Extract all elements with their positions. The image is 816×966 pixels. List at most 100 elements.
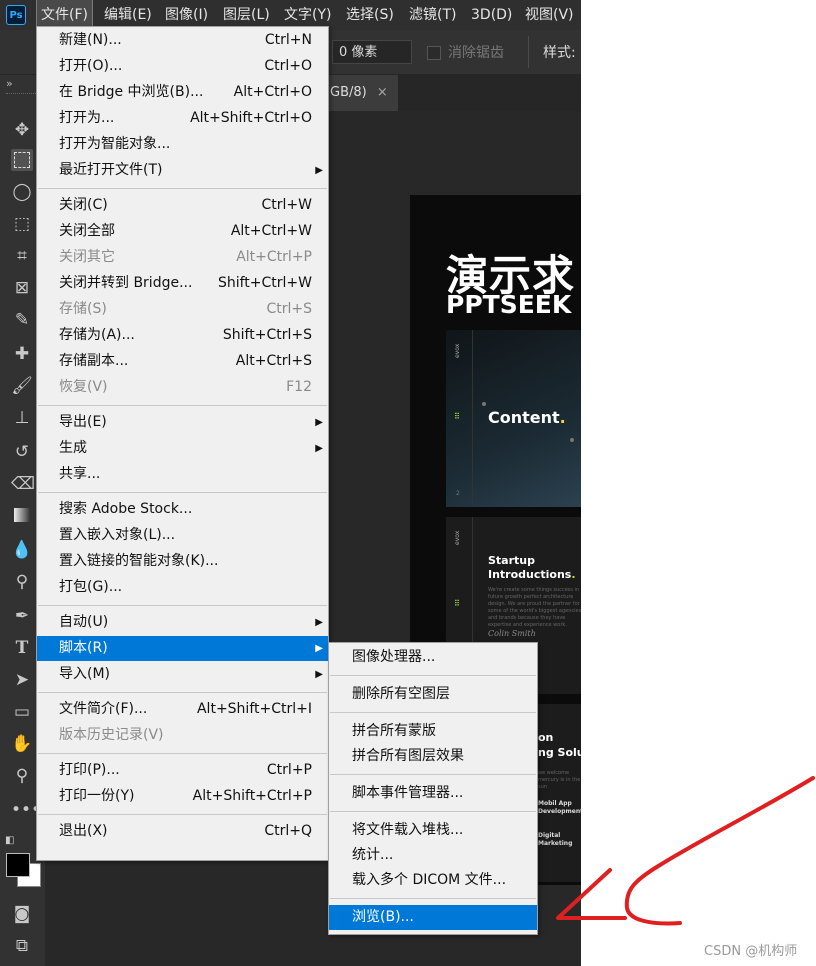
- menu-item-label: 存储(S): [59, 301, 107, 317]
- default-colors-icon[interactable]: ◧: [5, 835, 14, 846]
- menu-item-label: 统计...: [352, 847, 394, 863]
- scripts-menu-item[interactable]: 统计...: [329, 843, 537, 868]
- slide-brand: evox: [454, 530, 461, 545]
- file-menu-item: 版本历史记录(V): [37, 723, 328, 748]
- scripts-menu-item[interactable]: 脚本事件管理器...: [329, 781, 537, 806]
- history-brush-tool-icon[interactable]: ↺: [11, 441, 33, 463]
- file-menu-item[interactable]: 导出(E) ▶: [37, 410, 328, 435]
- menu-separator: [38, 188, 327, 189]
- file-menu-item[interactable]: 脚本(R) ▶: [37, 636, 328, 661]
- close-tab-icon[interactable]: ×: [377, 85, 388, 100]
- menu-item-label: 打开为智能对象...: [59, 136, 171, 152]
- file-menu-item[interactable]: 退出(X) Ctrl+Q: [37, 819, 328, 844]
- panel-grip[interactable]: [6, 93, 40, 97]
- eyedropper-tool-icon[interactable]: ✎: [11, 309, 33, 331]
- menu-separator: [38, 405, 327, 406]
- annotation-arrow-head: [556, 868, 627, 920]
- menu-item-shortcut: F12: [286, 379, 312, 395]
- file-menu-item[interactable]: 打开为... Alt+Shift+Ctrl+O: [37, 106, 328, 131]
- rectangle-tool-icon[interactable]: ▭: [11, 701, 33, 723]
- file-menu-item[interactable]: 打开(O)... Ctrl+O: [37, 54, 328, 79]
- file-menu-item[interactable]: 存储为(A)... Shift+Ctrl+S: [37, 323, 328, 348]
- menu-item-label: 在 Bridge 中浏览(B)...: [59, 84, 204, 100]
- file-menu-item[interactable]: 导入(M) ▶: [37, 662, 328, 687]
- type-tool-icon[interactable]: T: [11, 637, 33, 659]
- menu-item-shortcut: Alt+Shift+Ctrl+I: [196, 701, 312, 717]
- file-menu-item[interactable]: 最近打开文件(T) ▶: [37, 158, 328, 183]
- file-menu-item[interactable]: 自动(U) ▶: [37, 610, 328, 635]
- feather-input[interactable]: 0 像素: [332, 40, 412, 64]
- file-menu-item[interactable]: 生成 ▶: [37, 436, 328, 461]
- file-menu-item[interactable]: 在 Bridge 中浏览(B)... Alt+Ctrl+O: [37, 80, 328, 105]
- stamp-tool-icon[interactable]: ⊥: [11, 407, 33, 429]
- healing-tool-icon[interactable]: ✚: [11, 343, 33, 365]
- file-menu-item[interactable]: 打包(G)...: [37, 575, 328, 600]
- lasso-tool-icon[interactable]: ◯: [11, 181, 33, 203]
- file-menu-item[interactable]: 搜索 Adobe Stock...: [37, 497, 328, 522]
- gradient-tool-icon[interactable]: [11, 505, 33, 527]
- file-menu-item[interactable]: 置入链接的智能对象(K)...: [37, 549, 328, 574]
- file-menu-item[interactable]: 打开为智能对象...: [37, 132, 328, 157]
- scripts-menu-item[interactable]: 拼合所有蒙版: [329, 719, 537, 744]
- pen-tool-icon[interactable]: ✒: [11, 605, 33, 627]
- menu-filter[interactable]: 滤镜(T): [409, 0, 456, 30]
- menu-item-label: 删除所有空图层: [352, 686, 450, 702]
- file-menu-item[interactable]: 打印(P)... Ctrl+P: [37, 758, 328, 783]
- blur-tool-icon[interactable]: 💧: [11, 539, 33, 561]
- menu-3d[interactable]: 3D(D): [471, 0, 512, 30]
- slide-brand: evox: [454, 343, 461, 358]
- marquee-tool-icon[interactable]: [11, 149, 33, 171]
- menu-item-label: 关闭并转到 Bridge...: [59, 275, 193, 291]
- antialias-checkbox[interactable]: [427, 46, 441, 60]
- document-tab[interactable]: GB/8) ×: [320, 75, 398, 111]
- decor-dot: [482, 402, 486, 406]
- menu-item-label: 存储为(A)...: [59, 327, 135, 343]
- scripts-submenu: 图像处理器... 删除所有空图层拼合所有蒙版 拼合所有图层效果 脚本事件管理器... 将…: [328, 642, 538, 935]
- screen-mode-icon[interactable]: ⧉: [11, 935, 33, 957]
- menu-item-label: 生成: [59, 440, 87, 456]
- submenu-arrow-icon: ▶: [315, 643, 323, 654]
- hand-tool-icon[interactable]: ✋: [11, 733, 33, 755]
- file-menu-item[interactable]: 置入嵌入对象(L)...: [37, 523, 328, 548]
- foreground-color-swatch[interactable]: [6, 853, 30, 877]
- object-select-tool-icon[interactable]: ⬚: [11, 213, 33, 235]
- crop-tool-icon[interactable]: ⌗: [11, 245, 33, 267]
- file-menu-item: 恢复(V) F12: [37, 375, 328, 400]
- file-menu-item[interactable]: 关闭(C) Ctrl+W: [37, 193, 328, 218]
- menu-select[interactable]: 选择(S): [346, 0, 394, 30]
- zoom-tool-icon[interactable]: ⚲: [11, 765, 33, 787]
- scripts-menu-item[interactable]: 将文件载入堆栈...: [329, 818, 537, 843]
- menu-view[interactable]: 视图(V): [525, 0, 574, 30]
- scripts-menu-item[interactable]: 浏览(B)...: [329, 905, 537, 930]
- menu-separator: [330, 898, 536, 899]
- scripts-menu-item[interactable]: 拼合所有图层效果: [329, 744, 537, 769]
- eraser-tool-icon[interactable]: ⌫: [11, 473, 35, 495]
- move-tool-icon[interactable]: ✥: [11, 119, 33, 141]
- brush-tool-icon[interactable]: 🖌: [11, 375, 33, 397]
- menu-item-label: 将文件载入堆栈...: [352, 822, 464, 838]
- menu-item-shortcut: Ctrl+W: [261, 197, 312, 213]
- file-menu-item[interactable]: 关闭全部 Alt+Ctrl+W: [37, 219, 328, 244]
- options-divider: [528, 36, 529, 68]
- file-menu-item[interactable]: 文件简介(F)... Alt+Shift+Ctrl+I: [37, 697, 328, 722]
- scripts-menu-item[interactable]: 删除所有空图层: [329, 682, 537, 707]
- scripts-menu-item[interactable]: 载入多个 DICOM 文件...: [329, 868, 537, 893]
- annotation-arrow-shaft: [624, 776, 815, 926]
- menu-separator: [38, 753, 327, 754]
- scripts-menu-item[interactable]: 图像处理器...: [329, 645, 537, 670]
- file-menu-item[interactable]: 共享...: [37, 462, 328, 487]
- file-menu-item[interactable]: 关闭并转到 Bridge... Shift+Ctrl+W: [37, 271, 328, 296]
- watermark: CSDN @机构师: [704, 944, 798, 959]
- file-menu-item[interactable]: 存储副本... Alt+Ctrl+S: [37, 349, 328, 374]
- quick-mask-icon[interactable]: ◙: [11, 903, 33, 925]
- path-select-tool-icon[interactable]: ➤: [11, 669, 33, 691]
- menu-item-label: 自动(U): [59, 614, 109, 630]
- decor-dot: [570, 438, 574, 442]
- frame-tool-icon[interactable]: ⊠: [11, 277, 33, 299]
- menu-item-label: 打开(O)...: [59, 58, 123, 74]
- expand-panel-icon[interactable]: »: [6, 77, 13, 90]
- dodge-tool-icon[interactable]: ⚲: [11, 571, 33, 593]
- file-menu-item[interactable]: 新建(N)... Ctrl+N: [37, 28, 328, 53]
- file-menu-item[interactable]: 打印一份(Y) Alt+Shift+Ctrl+P: [37, 784, 328, 809]
- more-tools-icon[interactable]: •••: [11, 799, 41, 821]
